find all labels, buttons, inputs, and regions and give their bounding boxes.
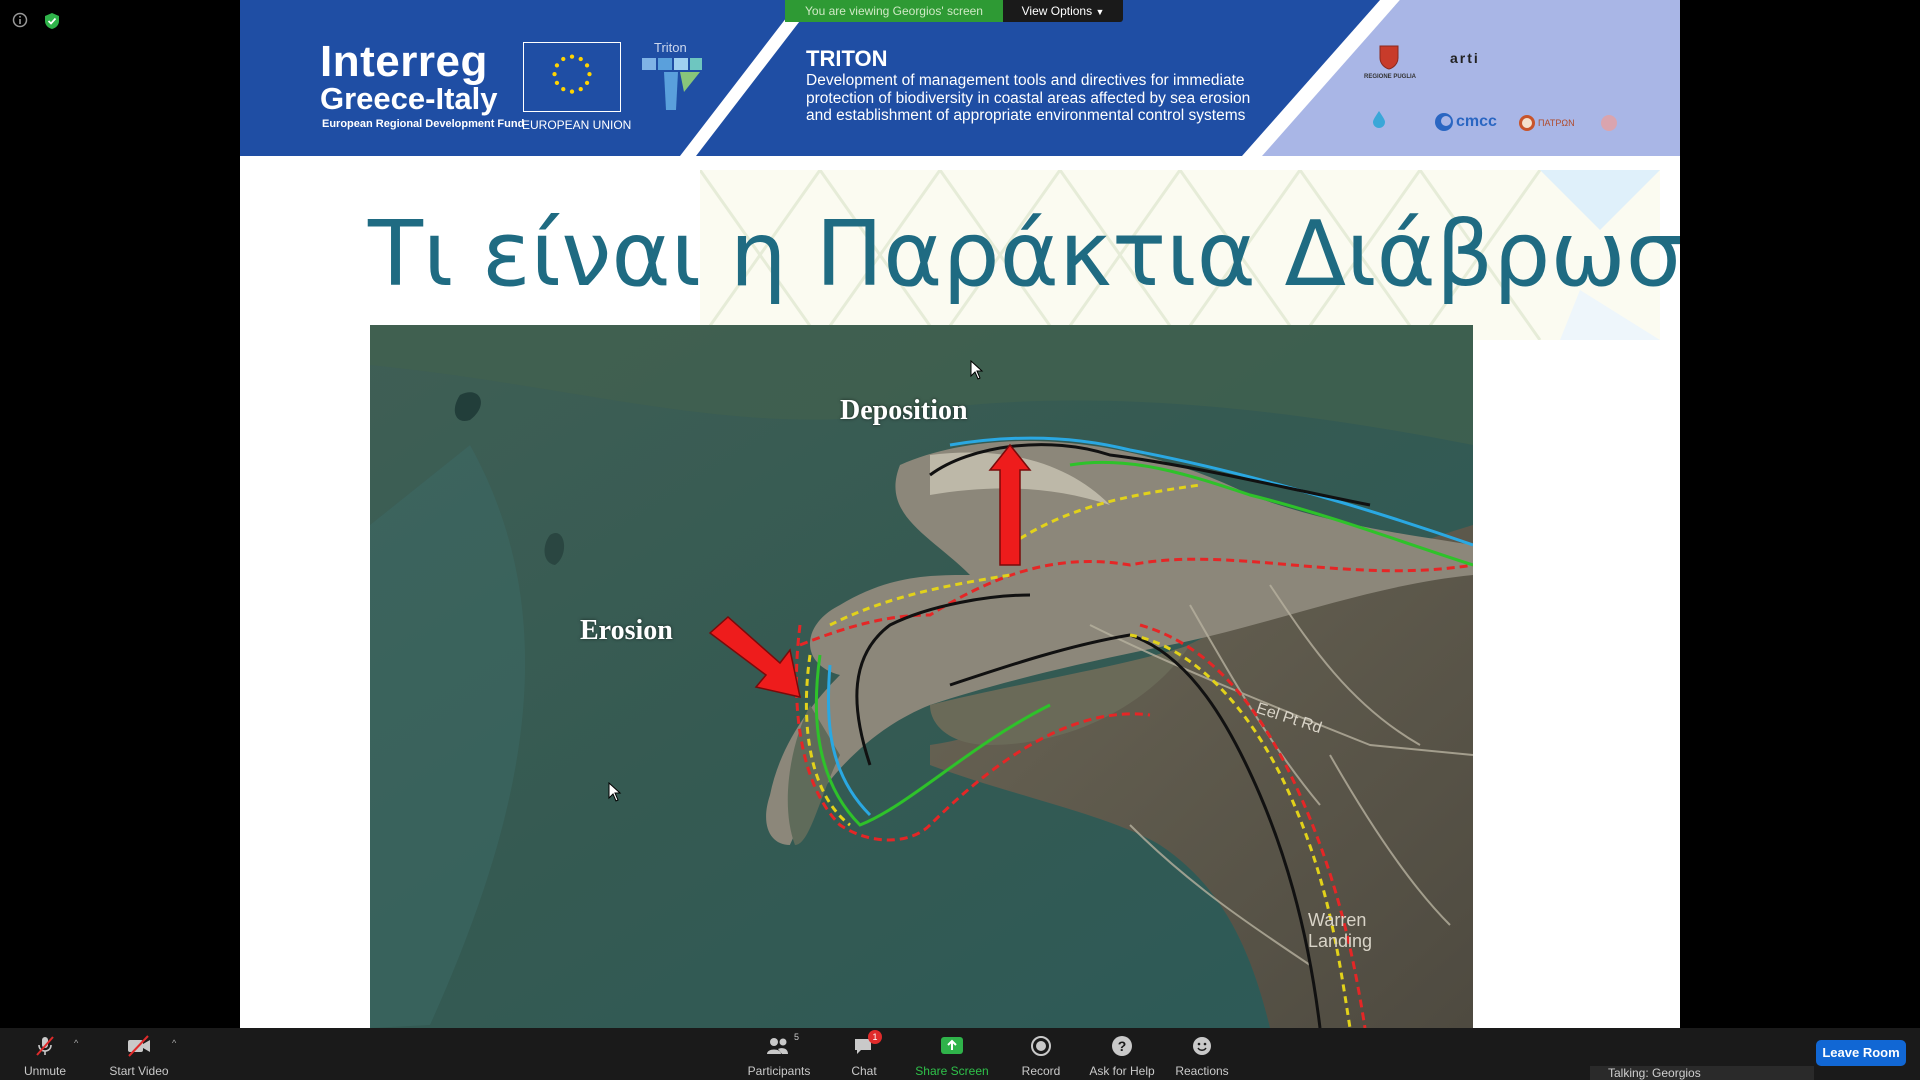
chat-button[interactable]: 1 Chat [836,1028,892,1080]
map-label-deposition: Deposition [840,395,968,426]
view-options-button[interactable]: View Options ▼ [1003,0,1123,22]
map-label-erosion: Erosion [580,615,673,646]
talking-indicator: Talking: Georgios [1590,1066,1814,1080]
ask-for-help-label: Ask for Help [1089,1064,1155,1078]
chat-unread-badge: 1 [868,1030,882,1044]
viewing-screen-label: You are viewing Georgios' screen [785,0,1003,22]
encryption-shield-icon[interactable] [44,12,60,30]
partner-logo-arti: arti [1450,50,1480,66]
partner-logo-patron: ΠΑΤΡΩΝ [1538,118,1575,128]
svg-text:?: ? [1118,1038,1127,1054]
participants-icon [767,1038,788,1054]
partner-seal-icon [1601,115,1617,131]
record-icon [1031,1036,1051,1056]
video-options-caret-icon[interactable]: ^ [172,1038,176,1048]
audio-options-caret-icon[interactable]: ^ [74,1038,78,1048]
view-options-label: View Options [1021,4,1093,18]
start-video-label: Start Video [109,1064,169,1078]
screen-share-banner: You are viewing Georgios' screen View Op… [785,0,1123,22]
start-video-button[interactable]: Start Video [104,1028,174,1080]
share-screen-icon [941,1037,963,1054]
cmcc-icon [1435,113,1453,131]
participants-button[interactable]: 5 Participants [744,1028,814,1080]
share-screen-label: Share Screen [915,1064,989,1078]
video-camera-off-icon [128,1035,150,1057]
chevron-down-icon: ▼ [1095,7,1105,17]
partner-logo-puglia: REGIONE PUGLIA [1364,74,1417,80]
emoji-smile-icon [1193,1037,1211,1055]
participants-count: 5 [794,1032,800,1042]
coastal-erosion-map: Deposition Erosion Eel Pt Rd Warren Land… [370,325,1473,1028]
pointer-cursor-icon [608,782,622,802]
program-title: Interreg [320,37,488,86]
eu-label: EUROPEAN UNION [522,118,632,132]
program-subtitle: Greece-Italy [320,81,498,116]
share-screen-button[interactable]: Share Screen [912,1028,992,1080]
shared-screen: Interreg Greece-Italy European Regional … [240,0,1680,1028]
record-label: Record [1021,1064,1061,1078]
partner-drop-icon [1373,111,1385,128]
meeting-info-icon[interactable] [12,12,28,28]
ask-for-help-button[interactable]: ? Ask for Help [1086,1028,1158,1080]
university-seal-icon [1519,115,1535,131]
triton-logo-icon [642,58,702,110]
program-fund: European Regional Development Fund [322,118,525,130]
project-banner: Interreg Greece-Italy European Regional … [240,0,1680,156]
question-mark-icon: ? [1112,1036,1132,1056]
slide-title: Τι είναι η Παράκτια Διάβρωση; [368,202,1680,307]
partner-logos: REGIONE PUGLIA arti cmcc ΠΑΤΡΩΝ [1350,30,1670,140]
map-label-place-1: Warren [1308,910,1367,930]
project-name: TRITON [806,46,888,71]
chat-label: Chat [851,1064,877,1078]
map-label-place-2: Landing [1308,931,1373,951]
eu-flag-icon [523,42,621,112]
partner-logo-cmcc: cmcc [1456,113,1497,130]
reactions-label: Reactions [1175,1064,1229,1078]
project-description: Development of management tools and dire… [806,72,1251,124]
unmute-button[interactable]: Unmute [14,1028,76,1080]
region-crest-icon [1379,45,1399,70]
unmute-label: Unmute [23,1064,67,1078]
reactions-button[interactable]: Reactions [1174,1028,1230,1080]
participants-label: Participants [747,1064,811,1078]
microphone-muted-icon [36,1036,54,1056]
pointer-cursor-icon [970,360,984,380]
record-button[interactable]: Record [1014,1028,1068,1080]
leave-room-button[interactable]: Leave Room [1816,1040,1906,1066]
